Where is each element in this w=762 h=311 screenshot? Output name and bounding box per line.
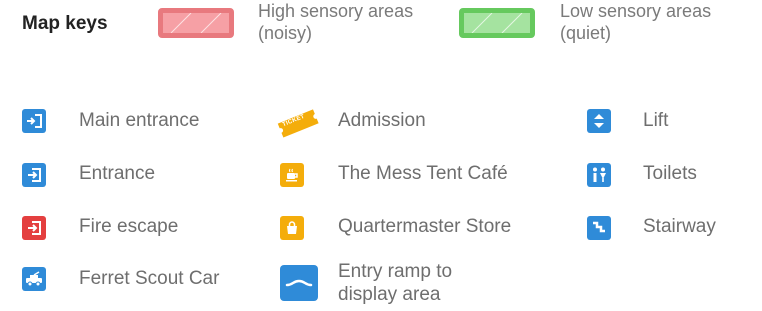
ramp-icon (280, 265, 318, 301)
cafe-cup-icon (280, 163, 304, 187)
main-entrance-icon (22, 109, 46, 133)
fire-escape-icon (22, 216, 46, 240)
store-label: Quartermaster Store (338, 216, 512, 237)
shopping-bag-icon (280, 216, 304, 240)
stairway-icon (587, 216, 611, 240)
main-entrance-label: Main entrance (79, 110, 200, 131)
toilets-icon (587, 163, 611, 187)
low-sensory-line1: Low sensory areas (560, 1, 712, 21)
cafe-label: The Mess Tent Café (338, 163, 508, 184)
entrance-label: Entrance (79, 163, 156, 184)
lift-label: Lift (643, 110, 669, 131)
low-sensory-line2: (quiet) (560, 23, 612, 43)
ramp-label: Entry ramp to display area (338, 260, 452, 306)
toilets-label: Toilets (643, 163, 697, 184)
lift-icon (587, 109, 611, 133)
high-sensory-swatch (158, 8, 234, 38)
high-sensory-line2: (noisy) (258, 23, 313, 43)
entrance-icon (22, 163, 46, 187)
low-sensory-label: Low sensory areas (quiet) (560, 0, 711, 44)
high-sensory-label: High sensory areas (noisy) (258, 0, 413, 44)
map-keys-title: Map keys (22, 13, 108, 34)
low-sensory-swatch (459, 8, 535, 38)
stairway-label: Stairway (643, 216, 716, 237)
high-sensory-line1: High sensory areas (258, 1, 414, 21)
scout-car-label: Ferret Scout Car (79, 268, 220, 289)
ticket-icon: TICKET (275, 108, 321, 138)
fire-escape-label: Fire escape (79, 216, 179, 237)
admission-label: Admission (338, 110, 426, 131)
ramp-label-line1: Entry ramp to (338, 261, 453, 282)
scout-car-icon (22, 267, 46, 291)
ramp-label-line2: display area (338, 284, 441, 305)
